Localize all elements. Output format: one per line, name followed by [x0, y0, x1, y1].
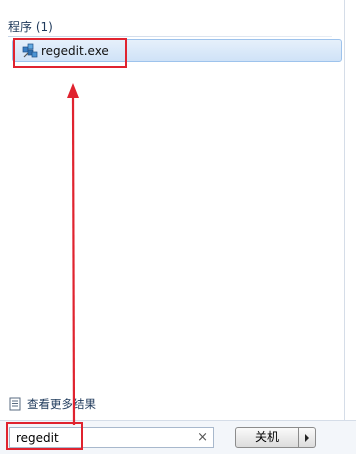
see-more-results-link[interactable]: 查看更多结果 [8, 395, 96, 413]
see-more-results-label: 查看更多结果 [27, 397, 96, 411]
close-icon[interactable]: × [197, 429, 208, 446]
section-divider [8, 36, 332, 37]
chevron-right-icon [305, 434, 309, 442]
start-menu-bottom-bar: regedit × 关机 [0, 420, 356, 454]
shutdown-button-group: 关机 [235, 427, 316, 448]
search-input-value: regedit [16, 431, 59, 445]
shutdown-button[interactable]: 关机 [235, 427, 299, 448]
programs-section-header: 程序 (1) [8, 20, 53, 34]
result-item-label: regedit.exe [41, 44, 109, 58]
document-icon [9, 397, 21, 411]
shutdown-options-button[interactable] [299, 427, 316, 448]
search-input[interactable]: regedit × [9, 427, 214, 448]
result-item-regedit[interactable]: regedit.exe [12, 39, 342, 62]
registry-editor-icon [22, 43, 38, 58]
start-menu-panel: 程序 (1) regedit.exe 查看更多结果 [0, 0, 345, 420]
